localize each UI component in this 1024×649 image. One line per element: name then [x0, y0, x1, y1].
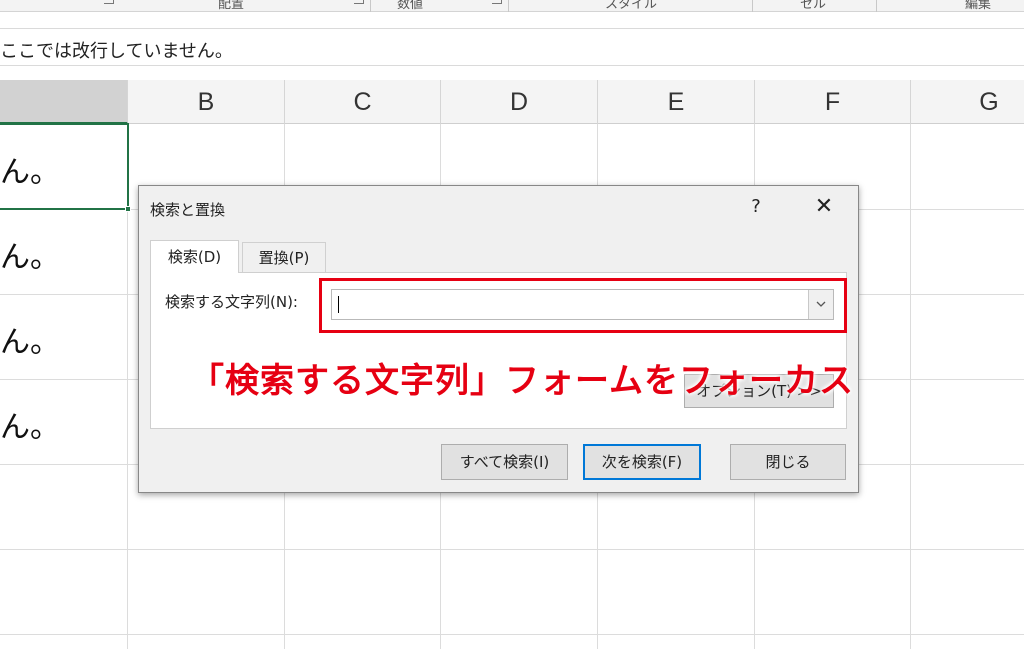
ribbon-separator — [752, 0, 753, 12]
font-dialog-launcher-icon[interactable] — [104, 0, 114, 4]
column-headers: B C D E F G — [0, 80, 1024, 124]
find-replace-dialog: 検索と置換 ? ✕ 検索(D) 置換(P) 検索する文字列(N): オプション(… — [138, 185, 859, 493]
formula-bar-content[interactable]: ここでは改行していません。 — [0, 37, 233, 63]
number-dialog-launcher-icon[interactable] — [492, 0, 502, 4]
ribbon-group-alignment: 配置 — [218, 0, 245, 12]
column-header-d[interactable]: D — [441, 80, 598, 124]
find-all-button[interactable]: すべて検索(I) — [441, 444, 568, 480]
close-button[interactable]: 閉じる — [730, 444, 846, 480]
find-tab-panel: 検索する文字列(N): オプション(T) >> — [150, 272, 847, 429]
tab-replace[interactable]: 置換(P) — [242, 242, 326, 273]
gridline — [0, 634, 1024, 635]
ribbon-group-strip: 配置 数値 スタイル セル 編集 — [0, 0, 1024, 12]
annotation-caption: 「検索する文字列」フォームをフォーカス — [190, 361, 854, 401]
find-next-button[interactable]: 次を検索(F) — [583, 444, 701, 480]
column-header-g[interactable]: G — [911, 80, 1024, 124]
formula-bar[interactable]: ここでは改行していません。 — [0, 28, 1024, 66]
active-cell-border — [0, 123, 129, 210]
cell-a3[interactable]: ん。 — [0, 317, 60, 361]
cell-a4[interactable]: ん。 — [0, 402, 60, 446]
fill-handle[interactable] — [125, 206, 131, 212]
ribbon-separator — [876, 0, 877, 12]
ribbon-group-styles: スタイル — [605, 0, 658, 12]
ribbon-separator — [370, 0, 371, 12]
gridline — [910, 124, 911, 649]
ribbon-group-editing: 編集 — [965, 0, 992, 12]
column-header-e[interactable]: E — [598, 80, 755, 124]
dialog-title: 検索と置換 — [150, 201, 226, 219]
gridline — [0, 549, 1024, 550]
help-button[interactable]: ? — [739, 192, 773, 222]
ribbon-group-cells: セル — [800, 0, 827, 12]
column-header-a[interactable] — [0, 80, 128, 124]
column-header-b[interactable]: B — [128, 80, 285, 124]
alignment-dialog-launcher-icon[interactable] — [354, 0, 364, 4]
tab-find[interactable]: 検索(D) — [150, 240, 239, 273]
close-icon[interactable]: ✕ — [804, 192, 844, 222]
find-what-label: 検索する文字列(N): — [165, 293, 298, 311]
column-header-c[interactable]: C — [285, 80, 441, 124]
cell-a2[interactable]: ん。 — [0, 232, 60, 276]
column-header-f[interactable]: F — [755, 80, 911, 124]
annotation-highlight-box — [319, 278, 847, 333]
ribbon-group-number: 数値 — [397, 0, 424, 12]
ribbon-separator — [508, 0, 509, 12]
